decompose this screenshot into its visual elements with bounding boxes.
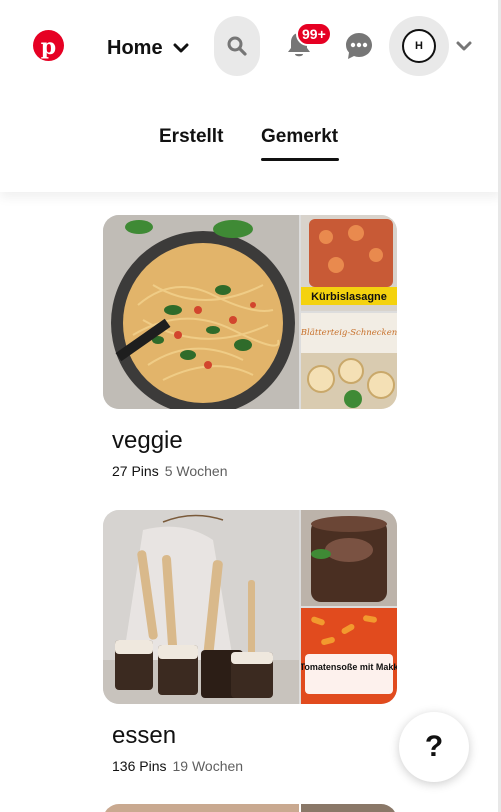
profile-tabs: Erstellt Gemerkt — [0, 118, 501, 168]
top-header: p Home 99+ H Erstellt Gemerkt — [0, 0, 501, 192]
chat-bubble-icon — [346, 33, 372, 59]
board-cover-image-ddr-tomatensosse: DDR Tomatensoße mit Makkaroni — [301, 608, 397, 704]
board-cover-partial — [103, 804, 397, 812]
home-label: Home — [107, 36, 163, 59]
messages-button[interactable] — [342, 29, 376, 63]
board-title: veggie — [112, 427, 183, 454]
board-cover-image-kuerbislasagne: Kürbislasagne — [301, 215, 397, 311]
tab-erstellt[interactable]: Erstellt — [159, 126, 223, 148]
board-cover-main-image — [103, 510, 299, 704]
board-age: 19 Wochen — [172, 758, 244, 774]
board-cover-image-chocolate-mousse — [301, 510, 397, 606]
avatar: H — [402, 29, 436, 63]
home-button[interactable]: Home — [99, 28, 197, 68]
profile-button[interactable]: H — [389, 16, 449, 76]
notification-count-badge: 99+ — [296, 22, 332, 46]
board-meta: 27 Pins 5 Wochen — [112, 463, 227, 479]
search-button[interactable] — [214, 16, 260, 76]
board-card-partial[interactable] — [103, 804, 397, 812]
board-card-essen[interactable]: DDR Tomatensoße mit Makkaroni essen 136 … — [103, 510, 397, 774]
board-cover: DDR Tomatensoße mit Makkaroni — [103, 510, 397, 704]
thumb-title-ddr-tomatensosse: DDR Tomatensoße mit Makkaroni — [301, 662, 397, 672]
account-chevron-down-icon[interactable] — [455, 38, 473, 54]
tab-gemerkt[interactable]: Gemerkt — [261, 126, 338, 148]
board-card-veggie[interactable]: Kürbislasagne Blätterteig-Schnecken vegg… — [103, 215, 397, 479]
board-cover: Kürbislasagne Blätterteig-Schnecken — [103, 215, 397, 409]
thumb-title-blaetterteig: Blätterteig-Schnecken — [301, 328, 397, 338]
search-icon — [227, 36, 247, 56]
board-title: essen — [112, 722, 177, 749]
board-pin-count: 27 Pins — [112, 463, 159, 479]
board-cover-image-blaetterteig-schnecken: Blätterteig-Schnecken — [301, 313, 397, 409]
help-button[interactable]: ? — [399, 712, 469, 782]
pinterest-logo-icon[interactable]: p — [33, 30, 64, 61]
board-cover-main-image — [103, 215, 299, 409]
thumb-title-kuerbislasagne: Kürbislasagne — [311, 291, 387, 303]
board-age: 5 Wochen — [164, 463, 228, 479]
board-meta: 136 Pins 19 Wochen — [112, 758, 243, 774]
board-pin-count: 136 Pins — [112, 758, 167, 774]
svg-text:p: p — [41, 34, 56, 60]
active-tab-underline — [261, 158, 339, 161]
chevron-down-icon — [173, 43, 189, 53]
